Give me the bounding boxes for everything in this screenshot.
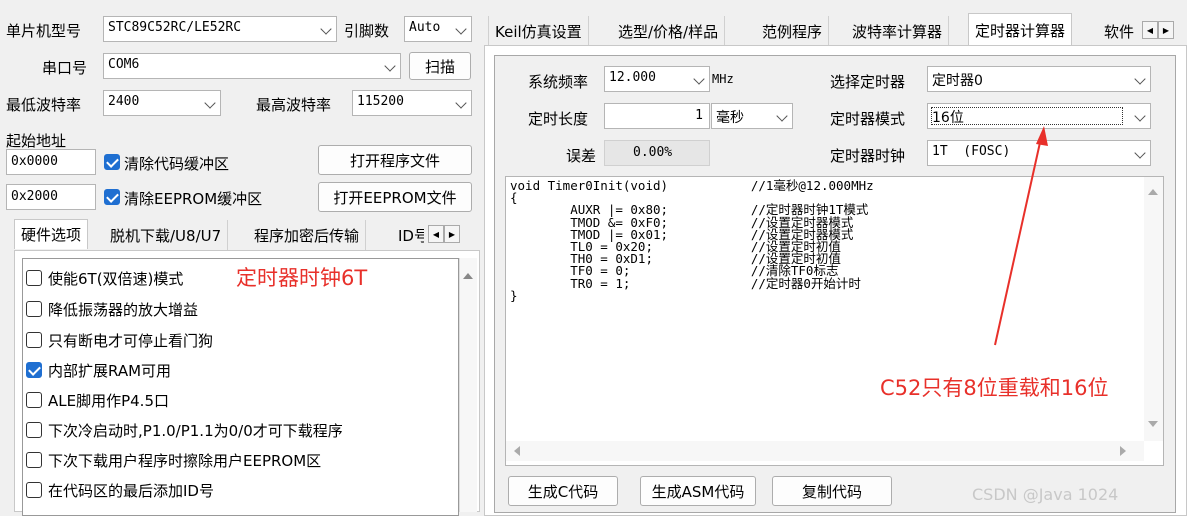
c52-reload-annotation: C52只有8位重载和16位	[880, 376, 1109, 400]
annotation-arrow-line	[994, 137, 1042, 346]
annotation-arrow-head	[1036, 126, 1048, 146]
annotation-arrow-layer	[994, 126, 1048, 346]
watermark: CSDN @Java 1024	[972, 485, 1119, 504]
